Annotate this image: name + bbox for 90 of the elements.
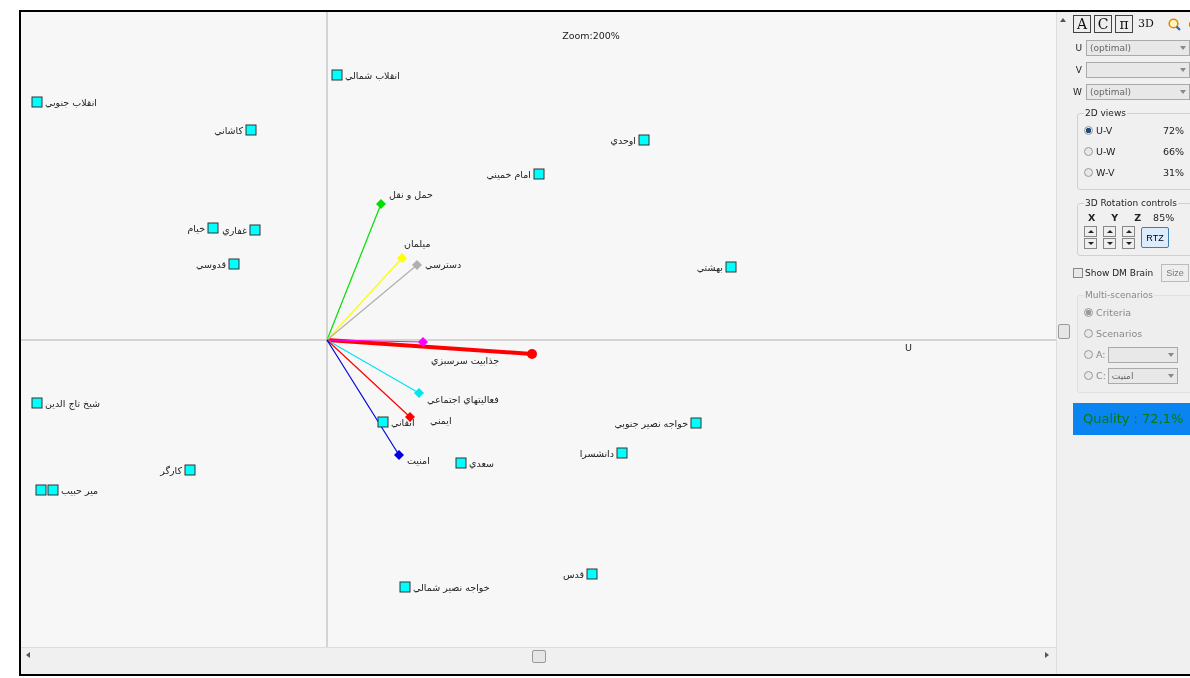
alternative-label: كارگر <box>160 465 182 476</box>
alternative-label: قدس <box>562 569 584 580</box>
toolbar-button[interactable]: C <box>1094 15 1112 33</box>
alternative-marker <box>245 124 257 136</box>
axis-dropdown[interactable]: (optimal) <box>1086 84 1190 100</box>
horizontal-scrollbar[interactable] <box>21 647 1056 674</box>
axis-selector-label: W <box>1073 87 1082 97</box>
checkbox-label: Show DM Brain <box>1085 268 1154 278</box>
view-label: U-V <box>1096 125 1114 136</box>
alternative-marker <box>586 568 598 580</box>
alternative-label: شيخ تاج الدين <box>45 398 101 409</box>
view-label: U-W <box>1096 146 1117 157</box>
rotate-up-button[interactable] <box>1084 226 1097 237</box>
alternative-label: انقاني <box>391 417 415 428</box>
alternative-label: بهشتي <box>696 262 723 273</box>
axis-dropdown[interactable] <box>1086 62 1190 78</box>
criterion-label: حمل و نقل <box>389 189 433 200</box>
view-label: W-V <box>1096 167 1116 178</box>
group-title: Multi-scenarios <box>1084 290 1155 300</box>
alternative-label: خواجه نصير جنوبي <box>614 418 688 429</box>
radio-label: Criteria <box>1096 307 1133 318</box>
toolbar-button[interactable]: A <box>1073 15 1091 33</box>
radio-label: C: <box>1096 370 1106 381</box>
rtz-button[interactable]: RTZ <box>1141 227 1169 248</box>
rotate-down-button[interactable] <box>1122 238 1135 249</box>
criterion-label: ايمني <box>430 415 452 426</box>
radio-button[interactable] <box>1084 147 1093 156</box>
rotation-percentage: 85% <box>1153 212 1175 223</box>
rotation-axis-label: Y <box>1111 212 1119 223</box>
radio-button[interactable] <box>1084 126 1093 135</box>
criterion-label: امنيت <box>407 455 430 466</box>
criterion-label: ميلمان <box>404 238 431 249</box>
alternative-marker <box>31 397 43 409</box>
alternative-marker <box>207 222 219 234</box>
alternative-marker <box>399 581 411 593</box>
alternative-label: سعدي <box>469 458 494 469</box>
view-percentage: 31% <box>1161 167 1184 178</box>
rotate-down-button[interactable] <box>1103 238 1116 249</box>
group-title: 2D views <box>1084 108 1127 118</box>
alternative-marker <box>228 258 240 270</box>
alternative-label: انقلاب جنوبي <box>45 97 97 108</box>
axis-label: U <box>905 342 912 353</box>
toolbar-button[interactable]: π <box>1115 15 1133 33</box>
criterion-label: دسترسي <box>425 259 462 270</box>
alternative-marker <box>184 464 196 476</box>
checkbox[interactable] <box>1073 268 1083 278</box>
alternative-marker <box>533 168 545 180</box>
alternative-marker <box>690 417 702 429</box>
radio-button[interactable] <box>1084 168 1093 177</box>
vertical-scrollbar[interactable] <box>1056 12 1069 674</box>
alternative-marker <box>725 261 737 273</box>
quality-indicator: Quality : 72,1% <box>1073 403 1190 435</box>
alternative-label: اوحدي <box>610 135 636 146</box>
radio-label: Scenarios <box>1096 328 1144 339</box>
criterion-label: جذابيت سرسبزي <box>431 355 500 366</box>
rotate-down-button[interactable] <box>1084 238 1097 249</box>
view-percentage: 66% <box>1161 146 1184 157</box>
alternative-label: قدوسي <box>196 259 226 270</box>
alternative-label: مير حبيب <box>61 485 99 496</box>
group-title: 3D Rotation controls <box>1084 198 1178 208</box>
criterion-label: فعاليتهاي اجتماعي <box>427 394 499 405</box>
toolbar-button[interactable]: 3D <box>1136 15 1156 33</box>
zoom-in-icon[interactable] <box>1167 17 1181 31</box>
alternative-marker <box>35 484 47 496</box>
alternative-label: كاشاني <box>214 125 243 136</box>
alternative-label: انقلاب شمالي <box>345 70 400 81</box>
alternative-marker <box>331 69 343 81</box>
rotate-up-button[interactable] <box>1122 226 1135 237</box>
alternative-label: خواجه نصير شمالي <box>413 582 490 593</box>
alternative-marker <box>249 224 261 236</box>
radio-label: A: <box>1096 349 1106 360</box>
alternative-label: خيام <box>187 223 205 234</box>
alternative-label: دانشسرا <box>579 448 614 459</box>
alternative-marker <box>377 416 389 428</box>
size-button[interactable]: Size <box>1161 264 1189 282</box>
alternative-marker <box>616 447 628 459</box>
axis-dropdown[interactable]: (optimal) <box>1086 40 1190 56</box>
rotation-axis-label: Z <box>1134 212 1142 223</box>
alternative-label: غفاري <box>222 225 247 236</box>
rotate-up-button[interactable] <box>1103 226 1116 237</box>
alternative-marker <box>31 96 43 108</box>
alternative-marker <box>47 484 59 496</box>
alternative-marker <box>638 134 650 146</box>
axis-selector-label: V <box>1074 65 1082 75</box>
alternative-label: امام خميني <box>486 169 531 180</box>
view-percentage: 72% <box>1161 125 1184 136</box>
axis-selector-label: U <box>1074 43 1082 53</box>
rotation-axis-label: X <box>1088 212 1096 223</box>
zoom-label: Zoom:200% <box>562 30 620 41</box>
alternative-marker <box>455 457 467 469</box>
